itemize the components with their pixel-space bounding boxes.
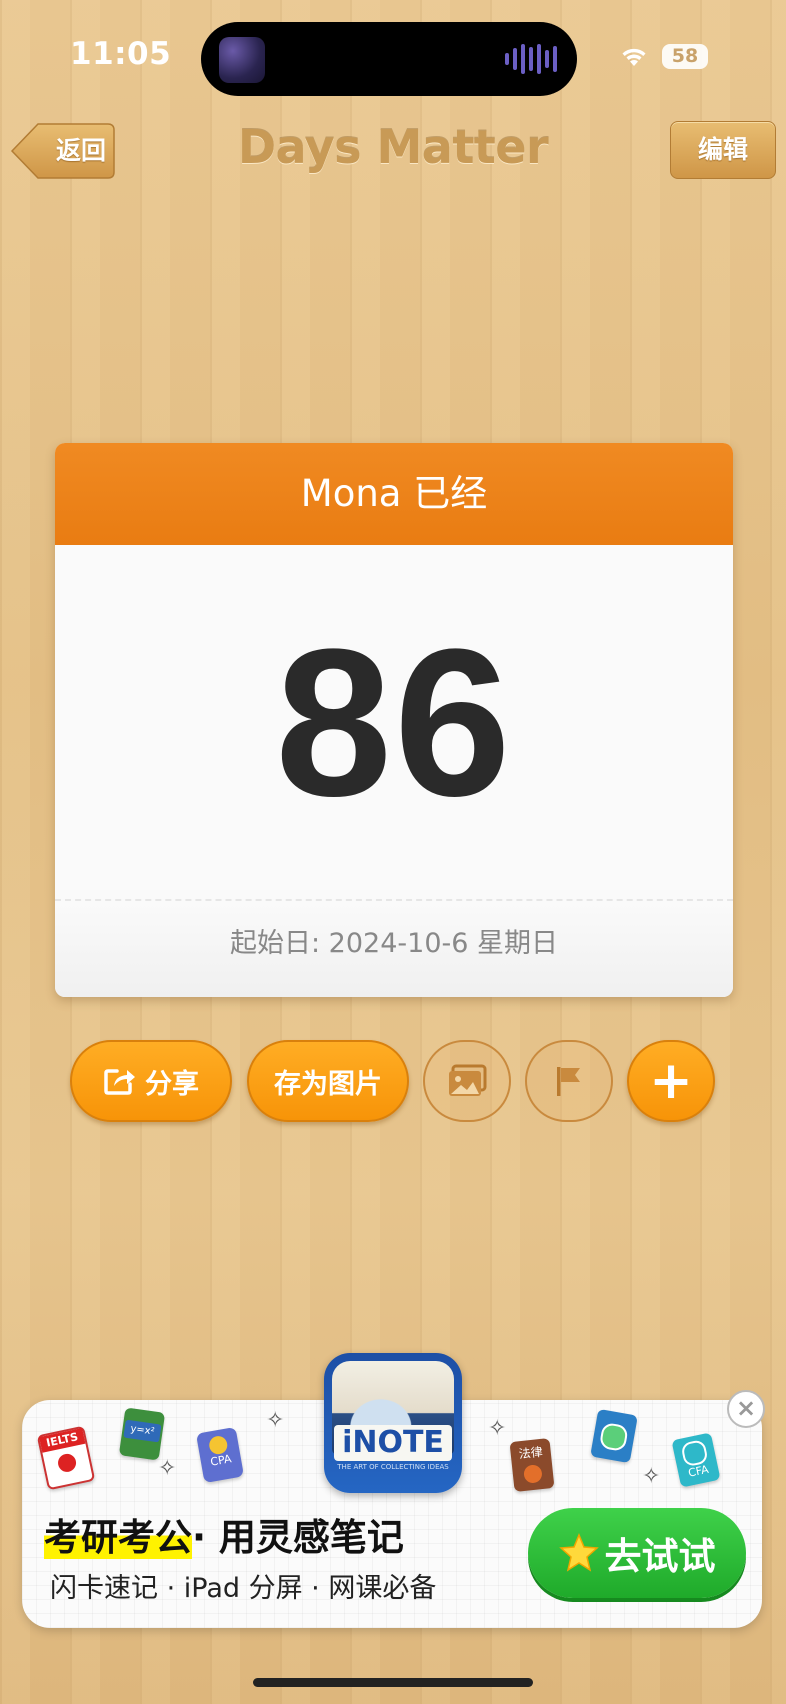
ad-headline-highlight: 考研考公 — [44, 1516, 192, 1559]
ielts-sticker-label: IELTS — [39, 1427, 86, 1453]
save-as-image-label: 存为图片 — [274, 1068, 382, 1100]
background-photo-button[interactable] — [423, 1040, 511, 1122]
audio-waveform-icon — [505, 44, 557, 74]
globe-sticker — [590, 1408, 638, 1464]
share-button[interactable]: 分享 — [70, 1040, 232, 1122]
cpa-sticker-label: CPA — [209, 1452, 233, 1469]
sparkle-icon: ✧ — [266, 1408, 285, 1433]
law-sticker: 法律 — [509, 1438, 555, 1492]
inote-app-name: iNOTE — [334, 1425, 452, 1461]
wifi-icon — [622, 48, 646, 66]
sparkle-icon: ✧ — [488, 1416, 507, 1441]
cfa-sticker: CFA — [671, 1432, 721, 1488]
home-indicator[interactable] — [253, 1678, 533, 1687]
cfa-sticker-label: CFA — [686, 1462, 710, 1480]
app-title: Days Matter — [237, 120, 549, 174]
inote-app-tagline: THE ART OF COLLECTING IDEAS — [337, 1463, 449, 1471]
share-icon — [104, 1069, 135, 1095]
ad-headline-rest: · 用灵感笔记 — [192, 1516, 404, 1559]
pin-flag-button[interactable] — [525, 1040, 613, 1122]
ad-try-label: 去试试 — [604, 1535, 716, 1578]
now-playing-artwork — [219, 37, 265, 83]
ad-headline: 考研考公· 用灵感笔记 — [44, 1507, 404, 1561]
ielts-sticker: IELTS — [36, 1425, 96, 1491]
start-date: 起始日: 2024-10-6 星期日 — [55, 901, 733, 997]
flag-icon — [557, 1067, 580, 1096]
photo-icon — [449, 1064, 487, 1096]
law-sticker-label: 法律 — [518, 1444, 544, 1462]
event-title: Mona 已经 — [55, 443, 733, 545]
event-card: Mona 已经 86 起始日: 2024-10-6 星期日 — [55, 443, 733, 997]
inote-app-icon[interactable]: iNOTE THE ART OF COLLECTING IDEAS — [324, 1353, 462, 1493]
battery-indicator: 58 — [662, 44, 708, 69]
star-icon — [558, 1533, 599, 1572]
save-as-image-button[interactable]: 存为图片 — [247, 1040, 409, 1122]
math-book-sticker: y=x² — [118, 1407, 166, 1461]
cpa-sticker: CPA — [195, 1426, 245, 1484]
ad-try-button[interactable]: 去试试 — [528, 1508, 746, 1598]
math-sticker-label: y=x² — [123, 1419, 162, 1443]
dynamic-island[interactable] — [201, 22, 577, 96]
sparkle-icon: ✧ — [642, 1464, 661, 1489]
sparkle-icon: ✧ — [158, 1456, 177, 1481]
share-label: 分享 — [145, 1068, 199, 1100]
ad-close-button[interactable]: × — [727, 1390, 765, 1428]
ad-subline: 闪卡速记 · iPad 分屏 · 网课必备 — [50, 1573, 437, 1604]
days-count: 86 — [55, 545, 733, 901]
add-event-button[interactable]: + — [627, 1040, 715, 1122]
edit-button[interactable]: 编辑 — [670, 121, 776, 179]
status-time: 11:05 — [70, 36, 172, 72]
plus-icon: + — [649, 1051, 693, 1111]
